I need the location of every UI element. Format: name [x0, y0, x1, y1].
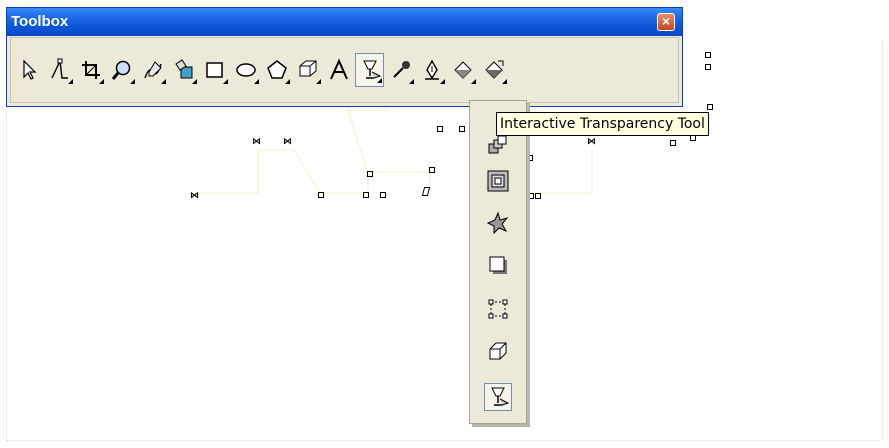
bezier-handle[interactable]: ⋈ [587, 138, 596, 147]
flyout-tool-drop-shadow[interactable] [484, 251, 512, 279]
control-node[interactable] [459, 126, 465, 132]
bezier-handle[interactable]: ⋈ [252, 138, 261, 147]
close-icon: × [661, 13, 671, 29]
page-border-right [882, 40, 883, 440]
tool-rectangle[interactable] [200, 53, 229, 87]
control-node[interactable] [437, 126, 443, 132]
page-border-bottom [6, 440, 882, 441]
text-tool-icon [329, 58, 348, 80]
tool-shape[interactable] [45, 53, 74, 87]
flyout-tool-envelope[interactable] [484, 295, 512, 323]
tool-eyedropper[interactable] [386, 53, 415, 87]
interactive-contour-tool-icon [487, 170, 509, 192]
tool-outline-pen[interactable] [417, 53, 446, 87]
tool-text[interactable] [324, 53, 353, 87]
tool-zoom[interactable] [107, 53, 136, 87]
interactive-distortion-tool-icon [486, 211, 509, 235]
bezier-handle[interactable]: ⋈ [283, 138, 292, 147]
control-node[interactable] [380, 192, 386, 198]
control-node[interactable] [707, 104, 713, 110]
skew-node[interactable] [421, 187, 431, 196]
toolbox-title-bar[interactable]: Toolbox × [7, 8, 682, 36]
tool-basic-shapes[interactable] [293, 53, 322, 87]
control-node[interactable] [705, 52, 711, 58]
control-node[interactable] [705, 64, 711, 70]
flyout-tool-distortion[interactable] [484, 209, 512, 237]
tool-ellipse[interactable] [231, 53, 260, 87]
flyout-tool-transparency[interactable] [484, 383, 512, 411]
tool-interactive-fill[interactable] [479, 53, 508, 87]
flyout-tool-extrude[interactable] [484, 337, 512, 365]
control-node[interactable] [367, 171, 373, 177]
control-node[interactable] [528, 193, 534, 199]
toolbox-title: Toolbox [11, 13, 69, 30]
tool-tooltip: Interactive Transparency Tool [496, 112, 709, 136]
tool-crop[interactable] [76, 53, 105, 87]
control-node[interactable] [363, 192, 369, 198]
control-node[interactable] [670, 140, 676, 146]
pick-tool-icon [22, 59, 36, 80]
toolbox-strip [10, 37, 679, 103]
tool-fill[interactable] [448, 53, 477, 87]
control-node[interactable] [318, 192, 324, 198]
control-node[interactable] [527, 155, 533, 161]
transparency-flyout[interactable] [469, 100, 527, 424]
close-button[interactable]: × [657, 13, 675, 31]
interactive-drop-shadow-tool-icon [489, 256, 507, 274]
interactive-envelope-tool-icon [488, 299, 508, 319]
toolbox-window[interactable]: Toolbox × [6, 7, 683, 107]
tool-freehand[interactable] [138, 53, 167, 87]
tool-smart-fill[interactable] [169, 53, 198, 87]
flyout-tool-contour[interactable] [484, 167, 512, 195]
bezier-handle[interactable]: ⋈ [190, 192, 199, 201]
interactive-extrude-tool-icon [489, 342, 507, 360]
page-border-left [6, 112, 7, 442]
control-node[interactable] [429, 167, 435, 173]
tool-pick[interactable] [14, 53, 43, 87]
tool-polygon[interactable] [262, 53, 291, 87]
tool-interactive-transparency[interactable] [355, 53, 384, 87]
interactive-blend-tool-icon [488, 135, 507, 154]
interactive-transparency-tool-icon [491, 387, 510, 406]
control-node[interactable] [535, 193, 541, 199]
